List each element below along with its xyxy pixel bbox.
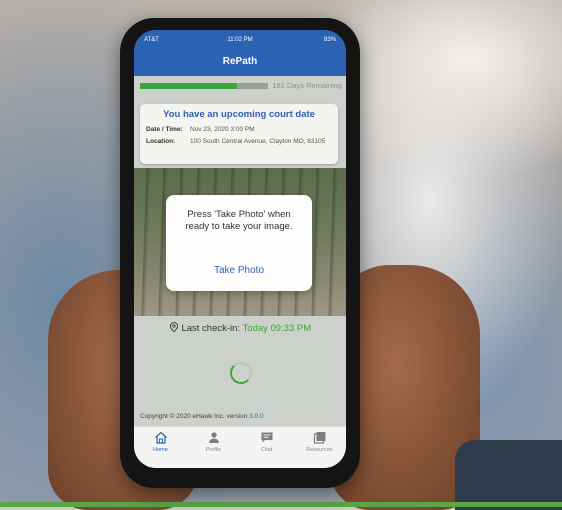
tab-chat-label: Chat [260, 447, 273, 453]
user-icon [208, 432, 219, 443]
progress-fill [140, 83, 238, 89]
clock-label: 11:02 PM [227, 37, 253, 43]
tab-resources[interactable]: Resources [293, 431, 346, 461]
app-title: RePath [222, 56, 258, 67]
tab-resources-label: Resources [306, 447, 333, 453]
court-location-row: Location: 100 South Central Avenue, Clayt… [146, 138, 330, 146]
accent-strip [0, 502, 562, 507]
resources-icon [313, 432, 325, 444]
take-photo-button[interactable]: Take Photo [196, 262, 282, 278]
home-icon [154, 431, 167, 444]
tab-home[interactable]: Home [134, 431, 187, 461]
take-photo-dialog: Press 'Take Photo' when ready to take yo… [166, 195, 312, 291]
tab-profile-label: Profile [205, 447, 222, 453]
tab-chat[interactable]: Chat [240, 431, 293, 461]
date-value: Nov 23, 2020 3:00 PM [190, 126, 255, 133]
court-card-title: You have an upcoming court date [163, 109, 315, 120]
dialog-message: Press 'Take Photo' when ready to take yo… [185, 209, 293, 232]
checkin-label: Last check-in: [181, 323, 241, 334]
tab-profile[interactable]: Profile [187, 431, 240, 461]
bottom-tab-bar: Home Profile Chat Resources [134, 426, 346, 468]
location-value: 100 South Central Avenue, Clayton MO, 63… [190, 138, 326, 145]
court-date-card[interactable]: You have an upcoming court date Date / T… [140, 104, 338, 164]
copyright-text: Copyright © 2020 eHawk Inc. version 3.0.… [140, 413, 264, 420]
progress-track [140, 83, 268, 89]
loading-spinner [230, 362, 252, 384]
date-key: Date / Time: [146, 126, 183, 133]
court-date-row: Date / Time: Nov 23, 2020 3:00 PM [146, 126, 330, 134]
checkin-time: Today 09:33 PM [242, 323, 312, 334]
app-header: AT&T 11:02 PM 83% RePath [134, 30, 346, 76]
version-link[interactable]: 3.0.0 [249, 413, 263, 420]
phone-screen: AT&T 11:02 PM 83% RePath 181 Days Remain… [134, 30, 346, 468]
sleeve [455, 440, 562, 510]
chat-icon [261, 432, 272, 443]
location-pin-icon [169, 322, 178, 332]
days-progress: 181 Days Remaining [140, 81, 342, 93]
location-key: Location: [146, 138, 176, 145]
copyright-label: Copyright © 2020 eHawk Inc. version [140, 413, 248, 420]
battery-label: 83% [323, 37, 336, 43]
days-remaining-label: 181 Days Remaining [272, 81, 342, 90]
tab-home-label: Home [153, 447, 168, 453]
status-bar: AT&T 11:02 PM 83% [134, 37, 346, 47]
last-checkin: Last check-in: Today 09:33 PM [134, 322, 346, 334]
